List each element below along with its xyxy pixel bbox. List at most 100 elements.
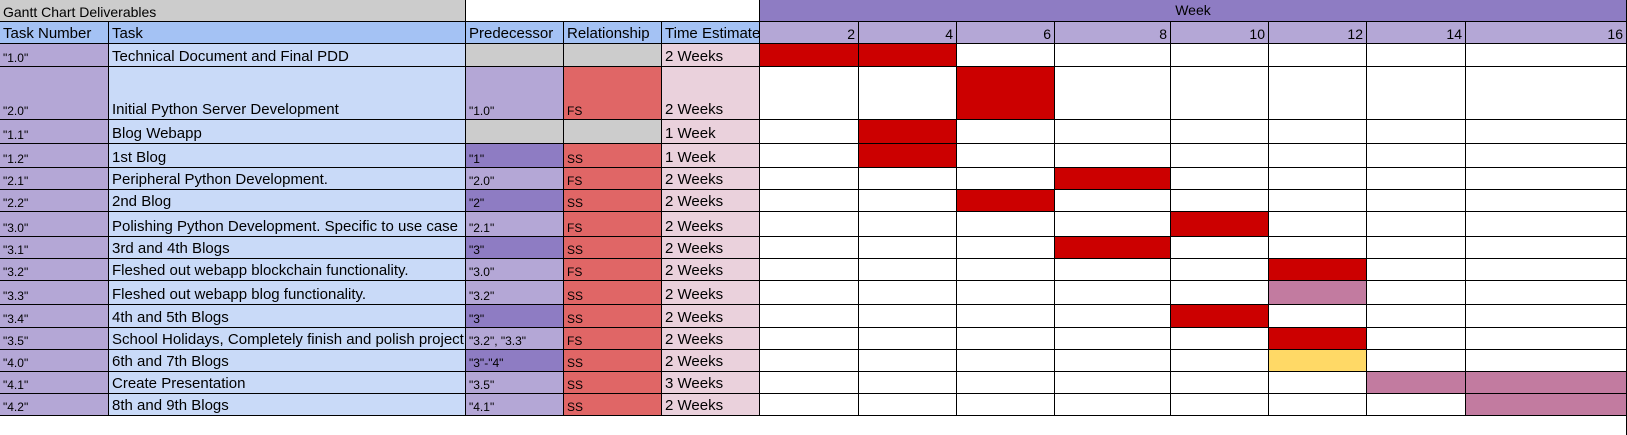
task-number-cell[interactable]: "2.2" xyxy=(0,190,109,212)
week-cell[interactable] xyxy=(1269,144,1367,168)
predecessor-cell[interactable]: "2" xyxy=(466,190,564,212)
week-cell[interactable] xyxy=(1466,350,1627,372)
time-estimate-cell[interactable]: 1 Week xyxy=(662,144,760,168)
week-cell[interactable] xyxy=(1171,350,1269,372)
task-name-cell[interactable]: 8th and 9th Blogs xyxy=(109,394,466,416)
relationship-cell[interactable]: FS xyxy=(564,212,662,237)
week-cell[interactable] xyxy=(957,144,1055,168)
task-name-cell[interactable]: Blog Webapp xyxy=(109,120,466,144)
task-name-cell[interactable]: 2nd Blog xyxy=(109,190,466,212)
time-estimate-cell[interactable]: 2 Weeks xyxy=(662,44,760,67)
week-cell[interactable] xyxy=(1367,259,1466,281)
gantt-bar[interactable] xyxy=(1466,394,1627,416)
predecessor-cell[interactable] xyxy=(466,44,564,67)
week-cell[interactable] xyxy=(1171,190,1269,212)
relationship-cell[interactable]: SS xyxy=(564,372,662,394)
week-cell[interactable] xyxy=(1367,281,1466,305)
task-name-cell[interactable]: School Holidays, Completely finish and p… xyxy=(109,328,466,350)
gantt-bar[interactable] xyxy=(1269,281,1367,305)
week-cell[interactable] xyxy=(1367,44,1466,67)
week-cell[interactable] xyxy=(1055,144,1171,168)
gantt-bar[interactable] xyxy=(859,44,957,67)
week-cell[interactable] xyxy=(1269,168,1367,190)
relationship-cell[interactable]: SS xyxy=(564,281,662,305)
week-cell[interactable] xyxy=(1466,237,1627,259)
week-cell[interactable] xyxy=(1055,350,1171,372)
week-cell[interactable] xyxy=(1367,237,1466,259)
week-cell[interactable] xyxy=(760,372,859,394)
week-cell[interactable] xyxy=(957,168,1055,190)
week-cell[interactable] xyxy=(1466,190,1627,212)
task-name-cell[interactable]: Create Presentation xyxy=(109,372,466,394)
week-cell[interactable] xyxy=(1055,190,1171,212)
task-number-cell[interactable]: "1.1" xyxy=(0,120,109,144)
header-task-number[interactable]: Task Number xyxy=(0,22,109,44)
week-cell[interactable] xyxy=(1055,120,1171,144)
task-number-cell[interactable]: "3.0" xyxy=(0,212,109,237)
week-cell[interactable] xyxy=(957,305,1055,328)
week-cell[interactable] xyxy=(957,120,1055,144)
week-cell[interactable] xyxy=(1269,67,1367,120)
week-cell[interactable] xyxy=(1171,259,1269,281)
week-cell[interactable] xyxy=(760,259,859,281)
week-cell[interactable] xyxy=(1055,372,1171,394)
time-estimate-cell[interactable]: 3 Weeks xyxy=(662,372,760,394)
week-cell[interactable] xyxy=(1171,144,1269,168)
week-cell[interactable] xyxy=(760,394,859,416)
week-cell[interactable] xyxy=(1171,394,1269,416)
week-cell[interactable] xyxy=(760,168,859,190)
header-time-estimate[interactable]: Time Estimate xyxy=(662,22,760,44)
week-cell[interactable] xyxy=(1269,212,1367,237)
gantt-bar[interactable] xyxy=(760,44,859,67)
week-cell[interactable] xyxy=(1055,67,1171,120)
task-number-cell[interactable]: "4.1" xyxy=(0,372,109,394)
week-cell[interactable] xyxy=(760,237,859,259)
task-name-cell[interactable]: 4th and 5th Blogs xyxy=(109,305,466,328)
task-number-cell[interactable]: "3.5" xyxy=(0,328,109,350)
relationship-cell[interactable]: FS xyxy=(564,328,662,350)
predecessor-cell[interactable]: "3" xyxy=(466,237,564,259)
week-cell[interactable] xyxy=(859,372,957,394)
week-cell[interactable] xyxy=(760,350,859,372)
task-name-cell[interactable]: 6th and 7th Blogs xyxy=(109,350,466,372)
time-estimate-cell[interactable]: 2 Weeks xyxy=(662,259,760,281)
week-cell[interactable] xyxy=(957,212,1055,237)
week-cell[interactable] xyxy=(760,144,859,168)
week-cell[interactable] xyxy=(1466,120,1627,144)
week-cell[interactable] xyxy=(859,328,957,350)
predecessor-cell[interactable]: "3" xyxy=(466,305,564,328)
relationship-cell[interactable]: SS xyxy=(564,237,662,259)
predecessor-cell[interactable]: "3.0" xyxy=(466,259,564,281)
gantt-bar[interactable] xyxy=(859,120,957,144)
week-cell[interactable] xyxy=(859,237,957,259)
week-cell[interactable] xyxy=(859,394,957,416)
week-cell[interactable] xyxy=(760,190,859,212)
week-cell[interactable] xyxy=(1466,212,1627,237)
week-cell[interactable] xyxy=(957,350,1055,372)
week-cell[interactable] xyxy=(1367,190,1466,212)
week-col-4[interactable]: 4 xyxy=(859,22,957,44)
week-cell[interactable] xyxy=(1055,44,1171,67)
gantt-bar[interactable] xyxy=(1055,237,1171,259)
week-cell[interactable] xyxy=(1171,168,1269,190)
week-col-8[interactable]: 8 xyxy=(1055,22,1171,44)
time-estimate-cell[interactable]: 2 Weeks xyxy=(662,305,760,328)
week-cell[interactable] xyxy=(1367,394,1466,416)
week-cell[interactable] xyxy=(1055,281,1171,305)
task-name-cell[interactable]: Initial Python Server Development xyxy=(109,67,466,120)
week-cell[interactable] xyxy=(760,120,859,144)
gantt-bar[interactable] xyxy=(1269,328,1367,350)
week-cell[interactable] xyxy=(1171,372,1269,394)
week-cell[interactable] xyxy=(1171,120,1269,144)
week-cell[interactable] xyxy=(760,281,859,305)
week-col-10[interactable]: 10 xyxy=(1171,22,1269,44)
gantt-bar[interactable] xyxy=(957,190,1055,212)
week-cell[interactable] xyxy=(957,372,1055,394)
predecessor-cell[interactable]: "3.2", "3.3" xyxy=(466,328,564,350)
predecessor-cell[interactable] xyxy=(466,120,564,144)
week-col-16[interactable]: 16 xyxy=(1466,22,1627,44)
time-estimate-cell[interactable]: 2 Weeks xyxy=(662,394,760,416)
header-task[interactable]: Task xyxy=(109,22,466,44)
task-number-cell[interactable]: "3.2" xyxy=(0,259,109,281)
week-col-2[interactable]: 2 xyxy=(760,22,859,44)
